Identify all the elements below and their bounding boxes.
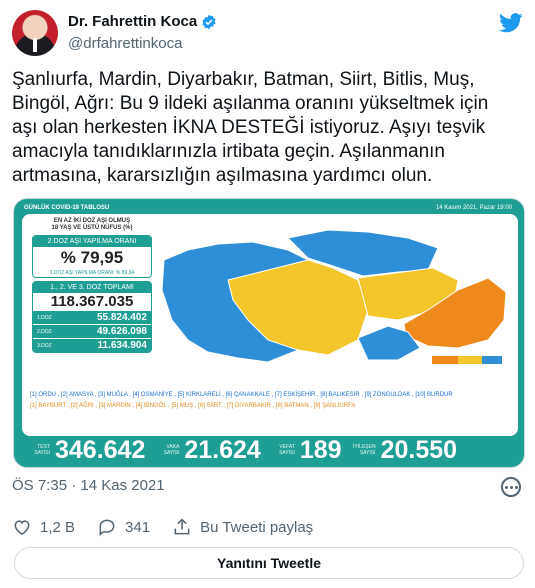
dose2-value: % 79,95 [60, 248, 124, 267]
twitter-logo-icon[interactable] [499, 12, 523, 34]
dose-row-value: 49.626.098 [96, 326, 147, 337]
stat-label: İYİLEŞEN SAYISI [353, 444, 376, 456]
heart-icon [14, 520, 30, 535]
dose-row: 1.DOZ 55.824.402 [33, 310, 151, 324]
stat-value: 20.550 [380, 435, 458, 464]
tweet-media-image[interactable]: GÜNLÜK COVID-19 TABLOSU 14 Kasım 2021, P… [13, 198, 525, 468]
author-name[interactable]: Dr. Fahrettin Koca [68, 13, 197, 30]
dose2-label: 2.DOZ AŞI YAPILMA ORANI [33, 236, 151, 247]
more-options-icon[interactable] [501, 477, 521, 497]
total-value: 118.367.035 [50, 293, 134, 310]
stat-value: 346.642 [55, 435, 146, 464]
media-title: GÜNLÜK COVID-19 TABLOSU [24, 205, 110, 211]
map-legend: [1] ORDU , [2] AMASYA , [3] MUĞLA , [4] … [30, 390, 514, 412]
stat-label: TEST SAYISI [34, 444, 50, 456]
dose2-box: 2.DOZ AŞI YAPILMA ORANI % 79,95 1.DOZ AŞ… [32, 235, 152, 278]
reply-count: 341 [125, 518, 151, 536]
author-handle[interactable]: @drfahrettinkoca [68, 35, 182, 52]
tweet-actions: 1,2 B 341 Bu Tweeti paylaş [12, 516, 313, 538]
reply-tweet-button[interactable]: Yanıtını Tweetle [14, 547, 524, 579]
total-box: 1., 2. VE 3. DOZ TOPLAMI 118.367.035 1.D… [32, 281, 152, 353]
like-count: 1,2 B [40, 518, 76, 536]
stat-item: İYİLEŞEN SAYISI 20.550 [352, 436, 457, 465]
dose-row-value: 11.634.904 [97, 340, 148, 351]
avatar[interactable] [12, 10, 58, 56]
total-label: 1., 2. VE 3. DOZ TOPLAMI [33, 282, 151, 293]
dose-row-label: 3.DOZ [37, 342, 52, 349]
stat-label: VEFAT SAYISI [279, 444, 295, 456]
like-button[interactable]: 1,2 B [12, 517, 75, 537]
comment-icon [99, 519, 115, 537]
dose-row-label: 1.DOZ [37, 314, 52, 321]
vaccination-stats-panel: EN AZ İKİ DOZ AŞI OLMUŞ 18 YAŞ VE ÜSTÜ N… [32, 218, 152, 353]
dose-row-value: 55.824.402 [96, 312, 147, 323]
legend-blue-line: [1] ORDU , [2] AMASYA , [3] MUĞLA , [4] … [30, 392, 453, 398]
tweet-timestamp[interactable]: ÖS 7:35 · 14 Kas 2021 [12, 477, 165, 494]
legend-orange-line: [1] BAYBURT , [2] AĞRI , [3] MARDİN , [4… [30, 403, 356, 409]
tweet-header: Dr. Fahrettin Koca @drfahrettinkoca [12, 10, 523, 58]
dose-row: 2.DOZ 49.626.098 [33, 324, 151, 338]
verified-badge-icon [202, 14, 216, 29]
stat-value: 21.624 [184, 435, 261, 464]
panel-heading: EN AZ İKİ DOZ AŞI OLMUŞ 18 YAŞ VE ÜSTÜ N… [51, 218, 133, 231]
share-label: Bu Tweeti paylaş [200, 518, 314, 536]
stat-label: VAKA SAYISI [163, 444, 180, 456]
share-button[interactable]: Bu Tweeti paylaş [172, 517, 313, 537]
dose1-label: 1.DOZ AŞI YAPILMA ORANI: % 89,94 [49, 270, 135, 276]
author-name-line: Dr. Fahrettin Koca [68, 13, 217, 30]
daily-stats-bar: TEST SAYISI 346.642 VAKA SAYISI 21.624 VEF… [14, 433, 524, 467]
stat-item: VAKA SAYISI 21.624 [155, 435, 261, 465]
dose-row: 3.DOZ 11.634.904 [33, 338, 151, 352]
share-icon [174, 518, 190, 535]
tweet-text: Şanlıurfa, Mardin, Diyarbakır, Batman, S… [12, 69, 489, 186]
turkey-vaccination-map [161, 229, 507, 364]
media-date: 14 Kasım 2021, Pazar 19:00 [435, 205, 512, 211]
media-panel: EN AZ İKİ DOZ AŞI OLMUŞ 18 YAŞ VE ÜSTÜ N… [22, 214, 518, 436]
stat-item: TEST SAYISI 346.642 [26, 436, 145, 465]
dose-row-label: 2.DOZ [37, 328, 52, 335]
stat-item: VEFAT SAYISI 189 [271, 435, 342, 465]
reply-action-button[interactable]: 341 [97, 517, 150, 537]
stat-value: 189 [299, 435, 342, 464]
